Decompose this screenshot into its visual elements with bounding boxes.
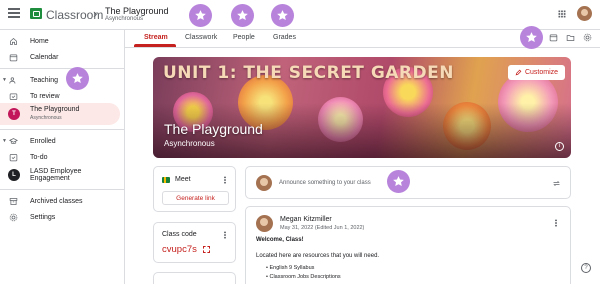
star-icon[interactable] [271, 4, 294, 27]
more-vert-icon[interactable] [555, 219, 557, 227]
sidebar-item-label: Home [30, 37, 49, 45]
tab-stream[interactable]: Stream [144, 34, 168, 41]
classroom-app: Classroom › The Playground Asynchronous … [0, 0, 600, 284]
sidebar-divider [0, 189, 124, 190]
star-icon[interactable] [189, 4, 212, 27]
tab-classwork[interactable]: Classwork [185, 34, 217, 41]
star-icon[interactable] [520, 26, 543, 49]
banner-class-section: Asynchronous [164, 139, 215, 148]
top-app-bar: Classroom › The Playground Asynchronous [0, 0, 600, 30]
todo-icon [9, 153, 18, 161]
generate-link-button[interactable]: Generate link [162, 191, 229, 205]
sidebar-item-label: Teaching [30, 76, 59, 84]
post-date: May 31, 2022 (Edited Jun 1, 2022) [280, 225, 365, 231]
post-author: Megan Kitzmiller [280, 216, 332, 223]
star-icon[interactable] [231, 4, 254, 27]
fullscreen-icon[interactable] [203, 246, 210, 253]
home-icon [10, 37, 17, 45]
tab-people[interactable]: People [233, 34, 255, 41]
caret-down-icon: ▼ [2, 138, 7, 144]
meet-card: Meet Generate link [153, 166, 236, 212]
sidebar-item-todo[interactable]: To-do [0, 148, 120, 166]
class-section: Asynchronous [105, 16, 144, 22]
active-tab-indicator [134, 44, 176, 47]
post-greeting: Welcome, Class! [256, 237, 304, 243]
sidebar-divider [0, 129, 124, 130]
class-code-label: Class code [162, 231, 197, 238]
class-banner: UNIT 1: THE SECRET GARDEN The Playground… [153, 57, 571, 158]
sidebar-item-label: Settings [30, 213, 56, 221]
account-avatar[interactable] [577, 6, 592, 21]
sidebar-item-label: Enrolled [30, 137, 56, 145]
class-code-value: cvupc7s [162, 244, 197, 255]
sidebar-item-label: The Playground [30, 106, 80, 113]
banner-unit-text: UNIT 1: THE SECRET GARDEN [163, 63, 454, 83]
class-avatar: L [8, 169, 20, 181]
caret-down-icon: ▼ [2, 77, 7, 83]
more-vert-icon[interactable] [224, 231, 226, 239]
pencil-icon [515, 69, 522, 76]
sidebar-item-the-playground[interactable]: T The Playground Asynchronous [0, 103, 120, 125]
sidebar-item-label: To-do [30, 153, 48, 161]
class-title: The Playground [105, 6, 169, 16]
list-item-text: English 9 Syllabus [269, 265, 315, 271]
sidebar-item-label: LASD Employee Engagement [30, 168, 82, 182]
sidebar-divider [0, 68, 124, 69]
archive-icon [9, 197, 18, 205]
teaching-people-icon [9, 76, 16, 84]
classroom-logo-icon[interactable] [30, 8, 42, 19]
settings-gear-icon [9, 213, 18, 221]
star-icon[interactable] [387, 170, 410, 193]
more-vert-icon[interactable] [224, 176, 226, 184]
repost-icon[interactable] [552, 179, 561, 188]
info-icon[interactable]: i [555, 142, 564, 151]
list-item: • Classroom Jobs Descriptions [266, 274, 341, 280]
graduation-cap-icon [9, 137, 18, 144]
calendar-icon[interactable] [549, 33, 558, 42]
author-avatar [256, 215, 273, 232]
sidebar-item-label: Archived classes [30, 197, 83, 205]
sidebar: Home Calendar ▼ Teaching To review T The… [0, 30, 125, 284]
meet-label: Meet [175, 176, 191, 183]
meet-icon [162, 177, 170, 183]
stream-post: Megan Kitzmiller May 31, 2022 (Edited Ju… [245, 206, 571, 284]
class-code-card: Class code cvupc7s [153, 222, 236, 263]
drive-folder-icon[interactable] [566, 33, 575, 42]
chevron-right-icon: › [93, 6, 98, 21]
google-apps-icon[interactable] [558, 10, 566, 18]
help-icon[interactable]: ? [581, 263, 591, 273]
settings-gear-icon[interactable] [583, 33, 592, 42]
sidebar-item-settings[interactable]: Settings [0, 208, 120, 226]
sidebar-item-label: Calendar [30, 53, 59, 61]
sidebar-item-label: To review [30, 92, 60, 100]
sidebar-item-lasd-employee-engagement[interactable]: L LASD Employee Engagement [0, 166, 120, 184]
calendar-icon [9, 54, 18, 61]
list-item: • English 9 Syllabus [266, 265, 315, 271]
hamburger-menu-icon[interactable] [8, 8, 20, 18]
post-intro: Located here are resources that you will… [256, 253, 380, 259]
list-item-text: Classroom Jobs Descriptions [269, 274, 341, 280]
upcoming-card [153, 272, 236, 284]
sidebar-item-calendar[interactable]: Calendar [0, 48, 120, 66]
announce-placeholder[interactable]: Announce something to your class [279, 180, 371, 186]
customize-label: Customize [524, 69, 559, 76]
customize-button[interactable]: Customize [508, 65, 565, 80]
user-avatar [256, 175, 272, 191]
sidebar-item-sublabel: Asynchronous [30, 115, 62, 121]
tab-grades[interactable]: Grades [273, 34, 296, 41]
banner-class-title[interactable]: The Playground [164, 121, 263, 137]
class-avatar: T [8, 108, 20, 120]
review-folder-icon [9, 93, 18, 100]
